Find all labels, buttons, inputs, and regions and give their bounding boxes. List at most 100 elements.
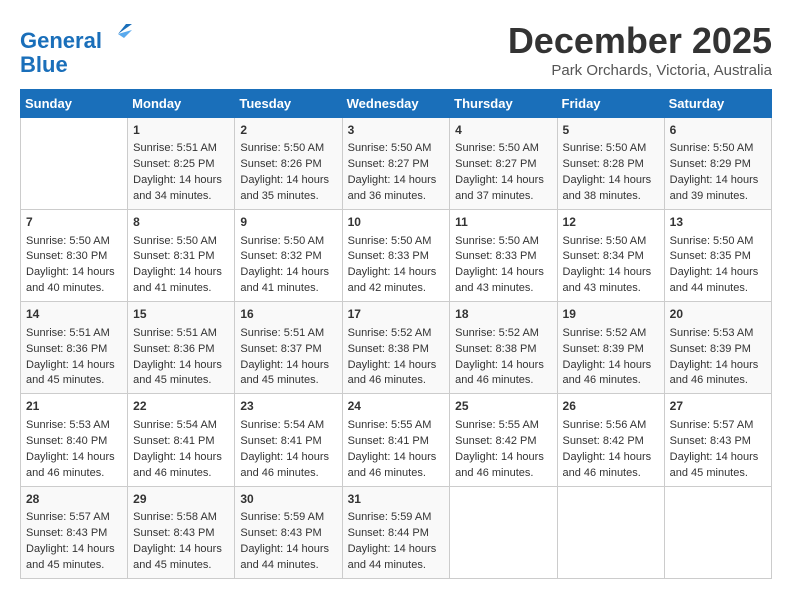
day-info-line: Sunrise: 5:50 AM: [26, 234, 122, 250]
day-number: 17: [348, 306, 445, 323]
calendar-cell: 17Sunrise: 5:52 AMSunset: 8:38 PMDayligh…: [342, 302, 450, 394]
day-info-line: Sunrise: 5:50 AM: [670, 141, 766, 157]
day-info-line: Daylight: 14 hours: [670, 450, 766, 466]
logo: General Blue: [20, 20, 132, 77]
day-info-line: Daylight: 14 hours: [455, 173, 551, 189]
day-number: 19: [563, 306, 659, 323]
calendar-cell: 8Sunrise: 5:50 AMSunset: 8:31 PMDaylight…: [128, 210, 235, 302]
day-info-line: Daylight: 14 hours: [348, 358, 445, 374]
day-info-line: Daylight: 14 hours: [26, 542, 122, 558]
day-info-line: Daylight: 14 hours: [133, 542, 229, 558]
calendar-cell: 13Sunrise: 5:50 AMSunset: 8:35 PMDayligh…: [664, 210, 771, 302]
logo-bird-icon: [104, 20, 132, 48]
calendar-week-row: 1Sunrise: 5:51 AMSunset: 8:25 PMDaylight…: [21, 118, 772, 210]
day-info-line: and 45 minutes.: [670, 466, 766, 482]
day-info-line: Sunset: 8:35 PM: [670, 249, 766, 265]
day-number: 16: [240, 306, 336, 323]
title-block: December 2025 Park Orchards, Victoria, A…: [508, 20, 772, 79]
day-info-line: Daylight: 14 hours: [240, 542, 336, 558]
day-info-line: Sunset: 8:38 PM: [348, 342, 445, 358]
calendar-cell: 3Sunrise: 5:50 AMSunset: 8:27 PMDaylight…: [342, 118, 450, 210]
day-info-line: Sunset: 8:31 PM: [133, 249, 229, 265]
day-info-line: Sunrise: 5:53 AM: [26, 418, 122, 434]
calendar-cell: 2Sunrise: 5:50 AMSunset: 8:26 PMDaylight…: [235, 118, 342, 210]
day-info-line: Daylight: 14 hours: [133, 450, 229, 466]
day-number: 11: [455, 214, 551, 231]
weekday-header: Thursday: [450, 90, 557, 118]
day-info-line: Sunrise: 5:50 AM: [455, 141, 551, 157]
calendar-cell: 1Sunrise: 5:51 AMSunset: 8:25 PMDaylight…: [128, 118, 235, 210]
day-info-line: Sunset: 8:28 PM: [563, 157, 659, 173]
day-info-line: Daylight: 14 hours: [133, 173, 229, 189]
day-number: 4: [455, 122, 551, 139]
day-info-line: Daylight: 14 hours: [670, 358, 766, 374]
day-info-line: Sunrise: 5:52 AM: [563, 326, 659, 342]
day-info-line: Sunset: 8:39 PM: [670, 342, 766, 358]
day-info-line: Sunrise: 5:54 AM: [133, 418, 229, 434]
day-number: 1: [133, 122, 229, 139]
day-info-line: Daylight: 14 hours: [348, 542, 445, 558]
day-info-line: Daylight: 14 hours: [133, 358, 229, 374]
day-info-line: Sunrise: 5:50 AM: [240, 234, 336, 250]
day-number: 2: [240, 122, 336, 139]
calendar-cell: 27Sunrise: 5:57 AMSunset: 8:43 PMDayligh…: [664, 394, 771, 486]
calendar-week-row: 14Sunrise: 5:51 AMSunset: 8:36 PMDayligh…: [21, 302, 772, 394]
day-info-line: Sunset: 8:42 PM: [455, 434, 551, 450]
calendar-cell: 10Sunrise: 5:50 AMSunset: 8:33 PMDayligh…: [342, 210, 450, 302]
day-info-line: Sunrise: 5:57 AM: [670, 418, 766, 434]
day-number: 28: [26, 491, 122, 508]
day-info-line: Daylight: 14 hours: [455, 265, 551, 281]
day-info-line: Sunrise: 5:50 AM: [240, 141, 336, 157]
day-info-line: Sunrise: 5:52 AM: [455, 326, 551, 342]
calendar-cell: 24Sunrise: 5:55 AMSunset: 8:41 PMDayligh…: [342, 394, 450, 486]
calendar-cell: 12Sunrise: 5:50 AMSunset: 8:34 PMDayligh…: [557, 210, 664, 302]
day-info-line: Sunrise: 5:51 AM: [133, 141, 229, 157]
day-number: 31: [348, 491, 445, 508]
calendar-week-row: 7Sunrise: 5:50 AMSunset: 8:30 PMDaylight…: [21, 210, 772, 302]
day-info-line: and 46 minutes.: [348, 373, 445, 389]
day-info-line: Daylight: 14 hours: [348, 173, 445, 189]
day-number: 6: [670, 122, 766, 139]
day-info-line: and 42 minutes.: [348, 281, 445, 297]
page-header: General Blue December 2025 Park Orchards…: [20, 20, 772, 79]
weekday-header: Sunday: [21, 90, 128, 118]
day-info-line: Sunrise: 5:50 AM: [348, 234, 445, 250]
calendar-cell: 29Sunrise: 5:58 AMSunset: 8:43 PMDayligh…: [128, 486, 235, 578]
day-info-line: and 45 minutes.: [133, 558, 229, 574]
day-info-line: Sunset: 8:33 PM: [455, 249, 551, 265]
day-info-line: Sunrise: 5:53 AM: [670, 326, 766, 342]
day-info-line: Sunset: 8:44 PM: [348, 526, 445, 542]
day-info-line: and 38 minutes.: [563, 189, 659, 205]
day-info-line: and 43 minutes.: [563, 281, 659, 297]
day-info-line: Sunrise: 5:59 AM: [348, 510, 445, 526]
day-info-line: Daylight: 14 hours: [670, 173, 766, 189]
day-info-line: Sunrise: 5:50 AM: [455, 234, 551, 250]
calendar-cell: 18Sunrise: 5:52 AMSunset: 8:38 PMDayligh…: [450, 302, 557, 394]
day-info-line: Daylight: 14 hours: [26, 265, 122, 281]
day-info-line: Sunrise: 5:51 AM: [26, 326, 122, 342]
calendar-cell: 7Sunrise: 5:50 AMSunset: 8:30 PMDaylight…: [21, 210, 128, 302]
day-info-line: Sunrise: 5:57 AM: [26, 510, 122, 526]
day-info-line: Sunset: 8:41 PM: [240, 434, 336, 450]
day-info-line: and 46 minutes.: [133, 466, 229, 482]
day-number: 20: [670, 306, 766, 323]
calendar-week-row: 21Sunrise: 5:53 AMSunset: 8:40 PMDayligh…: [21, 394, 772, 486]
day-number: 7: [26, 214, 122, 231]
day-info-line: Daylight: 14 hours: [240, 265, 336, 281]
day-info-line: Sunrise: 5:50 AM: [563, 141, 659, 157]
day-info-line: and 44 minutes.: [348, 558, 445, 574]
day-info-line: Sunset: 8:43 PM: [240, 526, 336, 542]
calendar-table: SundayMondayTuesdayWednesdayThursdayFrid…: [20, 89, 772, 579]
day-info-line: and 45 minutes.: [26, 558, 122, 574]
calendar-cell: 20 Sunrise: 5:53 AMSunset: 8:39 PMDayligh…: [664, 302, 771, 394]
day-info-line: and 45 minutes.: [26, 373, 122, 389]
day-info-line: Sunset: 8:32 PM: [240, 249, 336, 265]
day-info-line: Daylight: 14 hours: [240, 173, 336, 189]
day-info-line: Daylight: 14 hours: [26, 450, 122, 466]
day-info-line: and 41 minutes.: [240, 281, 336, 297]
day-info-line: Sunset: 8:42 PM: [563, 434, 659, 450]
day-info-line: and 46 minutes.: [563, 373, 659, 389]
day-info-line: Daylight: 14 hours: [563, 450, 659, 466]
calendar-cell: 30Sunrise: 5:59 AMSunset: 8:43 PMDayligh…: [235, 486, 342, 578]
day-number: 13: [670, 214, 766, 231]
